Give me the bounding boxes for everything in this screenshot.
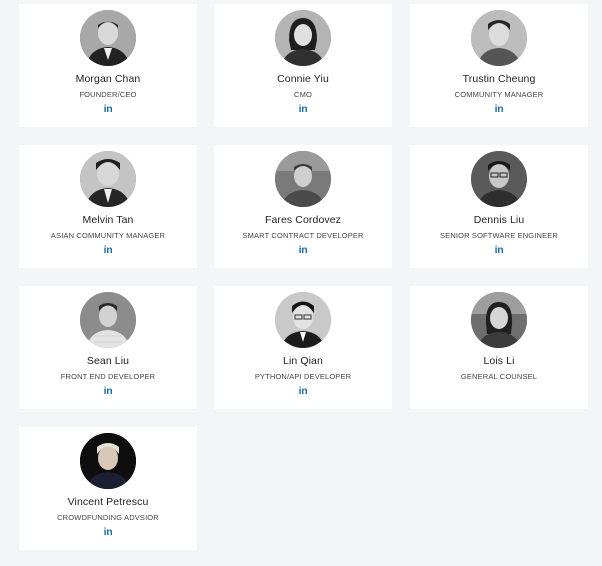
member-name: Vincent Petrescu	[67, 496, 149, 508]
linkedin-label: in	[103, 103, 113, 115]
portrait-icon	[471, 292, 527, 348]
team-member-card: Fares Cordovez SMART CONTRACT DEVELOPER …	[214, 145, 392, 268]
portrait-icon	[275, 10, 331, 66]
team-member-card: Sean Liu FRONT END DEVELOPER in	[19, 286, 197, 409]
linkedin-label: in	[298, 244, 308, 256]
linkedin-icon[interactable]: in	[214, 243, 392, 257]
linkedin-icon[interactable]: in	[410, 102, 588, 116]
member-title: SMART CONTRACT DEVELOPER	[242, 231, 364, 240]
portrait-icon	[275, 292, 331, 348]
member-photo	[275, 151, 331, 207]
portrait-icon	[471, 10, 527, 66]
member-title: PYTHON/API DEVELOPER	[254, 372, 352, 381]
linkedin-icon[interactable]: in	[214, 102, 392, 116]
member-title: CROWDFUNDING ADVSIOR	[57, 513, 159, 522]
member-title: ASIAN COMMUNITY MANAGER	[50, 231, 166, 240]
member-photo	[471, 10, 527, 66]
portrait-icon	[80, 151, 136, 207]
linkedin-label: in	[103, 385, 113, 397]
team-member-card: Vincent Petrescu CROWDFUNDING ADVSIOR in	[19, 427, 197, 550]
member-name: Lin Qian	[283, 355, 323, 367]
member-name: Dennis Liu	[473, 214, 525, 226]
team-member-card: Connie Yiu CMO in	[214, 4, 392, 127]
member-title: SENIOR SOFTWARE ENGINEER	[440, 231, 558, 240]
member-name: Fares Cordovez	[264, 214, 342, 226]
linkedin-label: in	[103, 526, 113, 538]
member-name: Morgan Chan	[75, 73, 141, 85]
member-title: FRONT END DEVELOPER	[60, 372, 156, 381]
linkedin-label: in	[298, 385, 308, 397]
member-title: FOUNDER/CEO	[79, 90, 137, 99]
linkedin-label: in	[494, 244, 504, 256]
portrait-icon	[471, 151, 527, 207]
portrait-icon	[80, 433, 136, 489]
linkedin-icon[interactable]: in	[214, 384, 392, 398]
team-member-card: Morgan Chan FOUNDER/CEO in	[19, 4, 197, 127]
team-member-card: Lois Li GENERAL COUNSEL	[410, 286, 588, 409]
linkedin-icon[interactable]: in	[410, 243, 588, 257]
linkedin-icon[interactable]: in	[19, 384, 197, 398]
member-title: COMMUNITY MANAGER	[454, 90, 544, 99]
team-member-card: Trustin Cheung COMMUNITY MANAGER in	[410, 4, 588, 127]
member-name: Connie Yiu	[277, 73, 329, 85]
member-name: Melvin Tan	[82, 214, 134, 226]
portrait-icon	[80, 292, 136, 348]
linkedin-label: in	[298, 103, 308, 115]
linkedin-icon[interactable]: in	[19, 243, 197, 257]
member-photo	[275, 10, 331, 66]
member-photo	[80, 433, 136, 489]
member-name: Trustin Cheung	[462, 73, 536, 85]
linkedin-label: in	[494, 103, 504, 115]
linkedin-label: in	[103, 244, 113, 256]
team-member-card: Lin Qian PYTHON/API DEVELOPER in	[214, 286, 392, 409]
member-photo	[80, 10, 136, 66]
portrait-icon	[275, 151, 331, 207]
team-member-card: Dennis Liu SENIOR SOFTWARE ENGINEER in	[410, 145, 588, 268]
linkedin-icon[interactable]: in	[19, 525, 197, 539]
member-title: CMO	[294, 90, 312, 99]
member-photo	[80, 151, 136, 207]
linkedin-icon[interactable]: in	[19, 102, 197, 116]
portrait-icon	[80, 10, 136, 66]
member-photo	[471, 151, 527, 207]
member-photo	[80, 292, 136, 348]
team-member-card: Melvin Tan ASIAN COMMUNITY MANAGER in	[19, 145, 197, 268]
member-photo	[471, 292, 527, 348]
team-grid: Morgan Chan FOUNDER/CEO in Connie Yiu CM…	[0, 0, 602, 566]
member-title: GENERAL COUNSEL	[460, 372, 538, 381]
member-name: Sean Liu	[86, 355, 130, 367]
member-photo	[275, 292, 331, 348]
member-name: Lois Li	[483, 355, 515, 367]
